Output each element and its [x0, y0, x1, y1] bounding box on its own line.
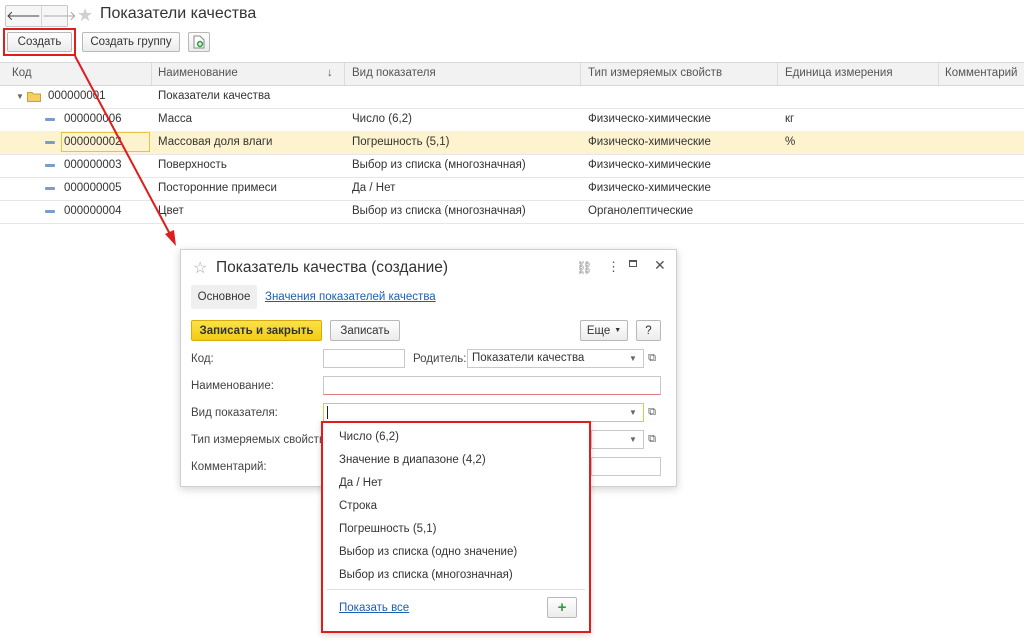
dropdown-option[interactable]: Да / Нет: [339, 477, 382, 489]
name-input[interactable]: [323, 376, 661, 395]
more-button-label: Еще: [586, 324, 611, 337]
dropdown-option[interactable]: Выбор из списка (многозначная): [339, 569, 513, 581]
name-label: Наименование:: [191, 380, 274, 392]
comment-label: Комментарий:: [191, 461, 267, 473]
open-form-icon[interactable]: ⧉: [644, 403, 660, 422]
dropdown-option[interactable]: Погрешность (5,1): [339, 523, 436, 535]
chevron-down-icon[interactable]: ▼: [625, 403, 641, 422]
type-label: Тип измеряемых свойств:: [191, 434, 329, 446]
text-cursor: [327, 406, 328, 419]
maximize-icon[interactable]: [629, 260, 637, 267]
dropdown-divider: [327, 589, 585, 590]
tab-values-link[interactable]: Значения показателей качества: [265, 291, 436, 303]
kind-dropdown-list: Число (6,2) Значение в диапазоне (4,2) Д…: [321, 421, 591, 633]
add-plus-button[interactable]: +: [547, 597, 577, 618]
dropdown-option[interactable]: Значение в диапазоне (4,2): [339, 454, 486, 466]
parent-label: Родитель:: [413, 353, 467, 365]
kind-input[interactable]: [323, 403, 644, 422]
dropdown-option[interactable]: Число (6,2): [339, 431, 399, 443]
comment-input[interactable]: [591, 457, 661, 476]
more-button[interactable]: Еще ▼: [580, 320, 628, 341]
kind-label: Вид показателя:: [191, 407, 278, 419]
chevron-down-icon[interactable]: ▼: [625, 349, 641, 368]
open-form-icon[interactable]: ⧉: [644, 430, 660, 449]
chevron-down-icon[interactable]: ▼: [625, 430, 641, 449]
favorite-star-icon[interactable]: ☆: [193, 258, 207, 278]
help-button[interactable]: ?: [636, 320, 661, 341]
dropdown-option[interactable]: Выбор из списка (одно значение): [339, 546, 517, 558]
code-input[interactable]: [323, 349, 405, 368]
save-and-close-button[interactable]: Записать и закрыть: [191, 320, 322, 341]
more-vertical-icon[interactable]: ⋮: [607, 259, 620, 275]
link-icon[interactable]: ⛓: [576, 260, 593, 276]
save-button[interactable]: Записать: [330, 320, 400, 341]
tab-main[interactable]: Основное: [191, 285, 257, 309]
dialog-title: Показатель качества (создание): [216, 259, 449, 276]
open-form-icon[interactable]: ⧉: [644, 349, 660, 368]
dropdown-option[interactable]: Строка: [339, 500, 377, 512]
show-all-link[interactable]: Показать все: [339, 602, 409, 614]
chevron-down-icon: ▼: [614, 327, 622, 334]
parent-input[interactable]: Показатели качества: [467, 349, 644, 368]
code-label: Код:: [191, 353, 214, 365]
close-icon[interactable]: ✕: [654, 257, 666, 274]
